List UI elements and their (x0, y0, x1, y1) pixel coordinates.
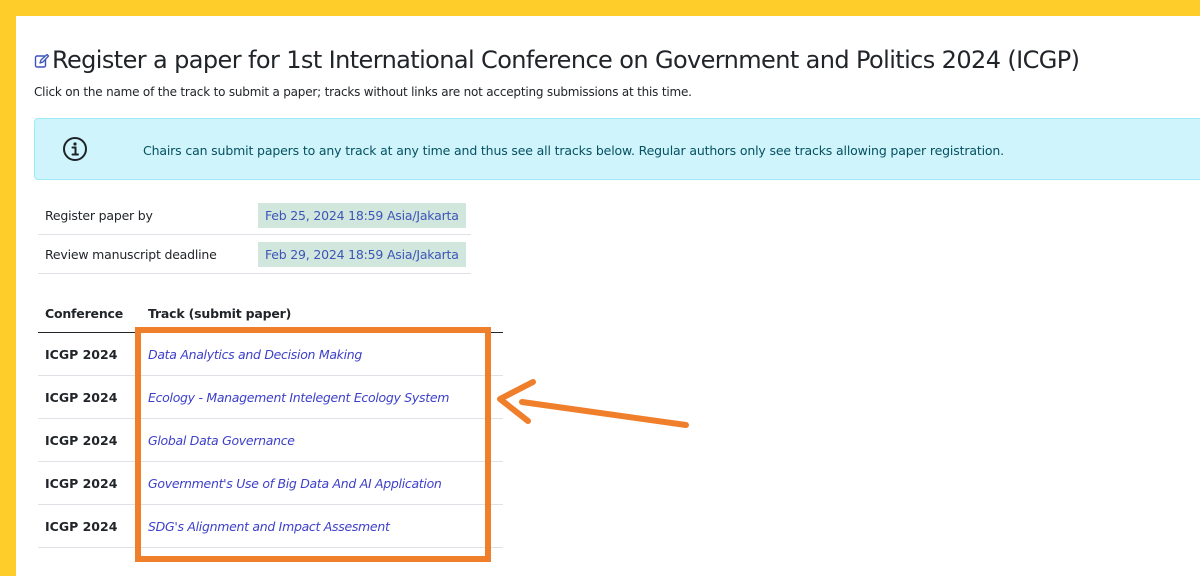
table-row: ICGP 2024 Ecology - Management Intelegen… (38, 375, 503, 419)
table-row: ICGP 2024 Government's Use of Big Data A… (38, 461, 503, 505)
track-link[interactable]: SDG's Alignment and Impact Assesment (148, 519, 390, 534)
page-title-text: Register a paper for 1st International C… (52, 46, 1080, 74)
conference-cell: ICGP 2024 (38, 461, 148, 505)
track-link[interactable]: Government's Use of Big Data And AI Appl… (148, 476, 442, 491)
info-alert: Chairs can submit papers to any track at… (34, 118, 1200, 180)
conference-cell: ICGP 2024 (38, 418, 148, 462)
deadline-row: Register paper by Feb 25, 2024 18:59 Asi… (38, 196, 471, 235)
conference-cell: ICGP 2024 (38, 332, 148, 376)
track-column-header: Track (submit paper) (148, 294, 503, 333)
page-subtitle: Click on the name of the track to submit… (34, 85, 692, 99)
conference-cell: ICGP 2024 (38, 504, 148, 548)
table-row: ICGP 2024 Global Data Governance (38, 418, 503, 462)
conference-cell: ICGP 2024 (38, 375, 148, 419)
deadline-label: Review manuscript deadline (38, 234, 253, 274)
frame-left-border (0, 0, 16, 576)
track-link[interactable]: Ecology - Management Intelegent Ecology … (148, 390, 449, 405)
table-row: ICGP 2024 SDG's Alignment and Impact Ass… (38, 504, 503, 548)
tracks-header-row: Conference Track (submit paper) (38, 294, 503, 333)
deadline-date: Feb 25, 2024 18:59 Asia/Jakarta (258, 202, 466, 228)
deadline-row: Review manuscript deadline Feb 29, 2024 … (38, 234, 471, 274)
track-link[interactable]: Global Data Governance (148, 433, 295, 448)
track-link[interactable]: Data Analytics and Decision Making (148, 347, 362, 362)
info-icon (62, 136, 88, 166)
conference-column-header: Conference (38, 294, 148, 333)
deadlines-table: Register paper by Feb 25, 2024 18:59 Asi… (38, 196, 471, 274)
edit-icon (34, 45, 50, 77)
deadline-label: Register paper by (38, 196, 253, 235)
tracks-table: Conference Track (submit paper) ICGP 202… (38, 294, 503, 548)
page-title: Register a paper for 1st International C… (34, 44, 1080, 77)
alert-text: Chairs can submit papers to any track at… (143, 143, 1004, 158)
deadline-date: Feb 29, 2024 18:59 Asia/Jakarta (258, 241, 466, 267)
table-row: ICGP 2024 Data Analytics and Decision Ma… (38, 332, 503, 376)
frame-top-border (0, 0, 1200, 16)
